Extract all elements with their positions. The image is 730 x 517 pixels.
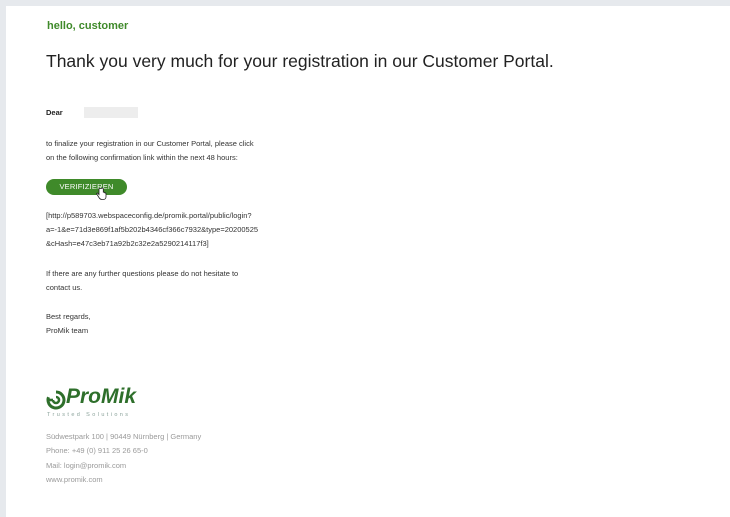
redacted-name <box>84 107 138 118</box>
signature: Best regards, ProMik team <box>46 310 91 338</box>
email-body: hello, customer Thank you very much for … <box>6 6 730 517</box>
headline: Thank you very much for your registratio… <box>46 51 554 71</box>
verify-button[interactable]: VERIFIZIEREN <box>46 179 127 195</box>
questions-line-2: contact us. <box>46 283 83 292</box>
footer-address: Südwestpark 100 | 90449 Nürnberg | Germa… <box>46 432 202 441</box>
promik-swirl-icon <box>46 390 66 410</box>
footer-phone: Phone: +49 (0) 911 25 26 65-0 <box>46 446 148 456</box>
intro-line-2: on the following confirmation link withi… <box>46 153 238 162</box>
logo-wordmark: ProMik <box>66 385 137 408</box>
promik-logo: ProMik Trusted Solutions <box>46 385 166 424</box>
hand-cursor-icon <box>96 187 107 200</box>
team-name: ProMik team <box>46 326 89 335</box>
footer-web[interactable]: www.promik.com <box>46 473 201 487</box>
questions-text: If there are any further questions pleas… <box>46 267 286 295</box>
regards-line: Best regards, <box>46 312 91 321</box>
logo-tagline: Trusted Solutions <box>47 412 131 418</box>
intro-line-1: to finalize your registration in our Cus… <box>46 139 254 148</box>
questions-line-1: If there are any further questions pleas… <box>46 269 239 278</box>
footer-contact: Südwestpark 100 | 90449 Nürnberg | Germa… <box>46 430 201 487</box>
link-line-1: [http://p589703.webspaceconfig.de/promik… <box>46 211 252 220</box>
link-line-2: a=-1&e=71d3e869f1af5b202b4346cf366c7932&… <box>46 225 259 234</box>
greeting: hello, customer <box>47 20 129 32</box>
footer-mail[interactable]: Mail: login@promik.com <box>46 459 201 473</box>
confirmation-link[interactable]: [http://p589703.webspaceconfig.de/promik… <box>46 209 306 251</box>
salutation: Dear <box>46 108 63 117</box>
link-line-3: &cHash=e47c3eb71a92b2c32e2a5290214117f3] <box>46 239 209 248</box>
intro-text: to finalize your registration in our Cus… <box>46 137 306 165</box>
